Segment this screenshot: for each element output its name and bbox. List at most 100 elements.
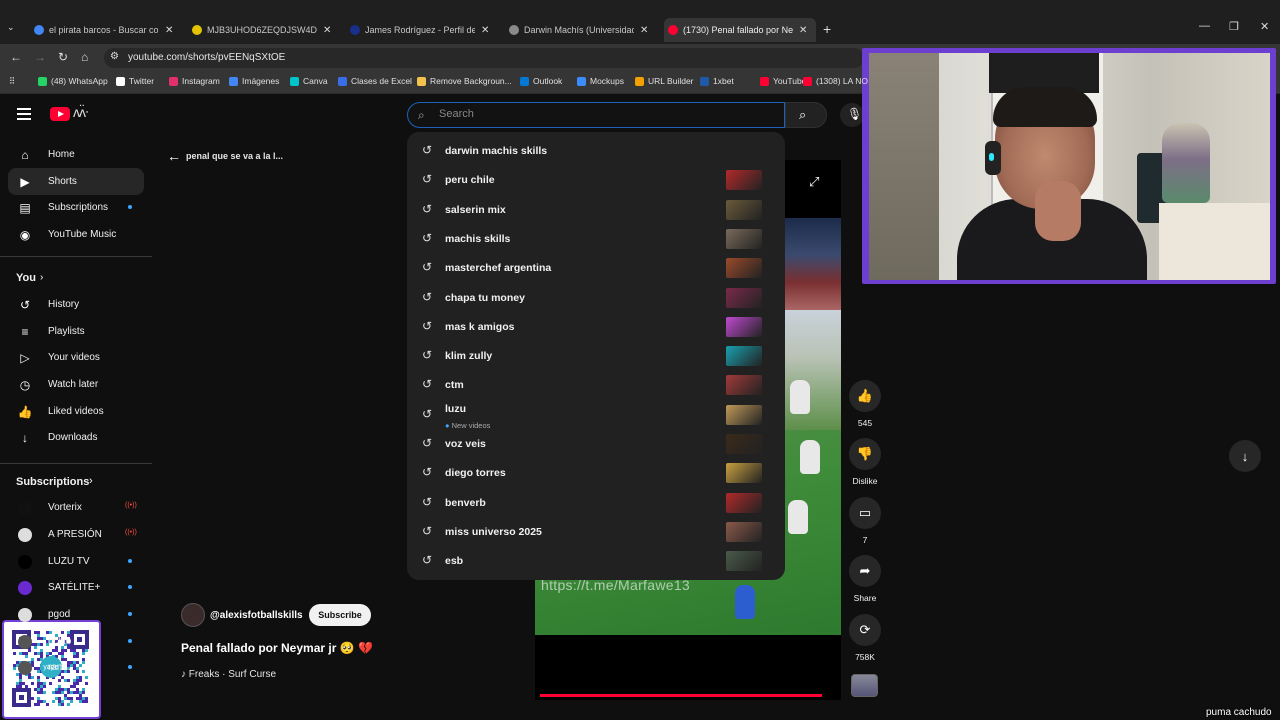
search-suggestion[interactable]: ↺ luzu ● New videos <box>407 400 785 430</box>
streamer-hand <box>1035 181 1081 241</box>
sidebar-item[interactable]: ⌂ Home <box>8 141 144 168</box>
channel-avatar-icon <box>18 660 32 675</box>
sidebar-item[interactable]: ▤ Subscriptions <box>8 194 144 221</box>
share-action[interactable]: ➦ Share <box>849 555 881 603</box>
forward-icon[interactable]: → <box>34 50 46 64</box>
subscription-label: A PRESIÓN <box>48 529 102 540</box>
window-close-icon[interactable]: ✕ <box>1260 20 1269 33</box>
minimize-icon[interactable]: — <box>1199 20 1210 32</box>
comments-action[interactable]: ▭ 7 <box>849 497 881 545</box>
search-suggestion[interactable]: ↺ benverb <box>407 488 785 517</box>
chevron-right-icon: › <box>40 272 44 283</box>
search-suggestion[interactable]: ↺ darwin machis skills <box>407 136 785 165</box>
sound-thumbnail[interactable] <box>851 674 878 697</box>
remix-icon[interactable]: ⟳ <box>849 614 881 646</box>
search-suggestion[interactable]: ↺ ctm <box>407 370 785 399</box>
share-icon[interactable]: ➦ <box>849 555 881 587</box>
sidebar-item[interactable]: ◷ Watch later <box>8 371 144 398</box>
channel-avatar[interactable] <box>181 603 205 627</box>
channel-avatar-icon <box>18 580 32 595</box>
bookmark[interactable]: Remove Backgroun... <box>417 76 512 86</box>
back-label[interactable]: penal que se va a la l... <box>186 151 283 161</box>
browser-tab[interactable]: MJB3UHOD6ZEQDJSW4D7GKA ✕ <box>188 18 340 42</box>
tab-close-icon[interactable]: ✕ <box>165 25 173 36</box>
reload-icon[interactable]: ↻ <box>58 50 68 64</box>
search-suggestion[interactable]: ↺ klim zully <box>407 341 785 370</box>
sidebar-item[interactable]: ↓ Downloads <box>8 424 144 451</box>
youtube-doodle-logo[interactable]: ʌʌ̈ᐧ <box>73 104 89 121</box>
tab-search-chevron-icon[interactable]: ⌄ <box>7 22 15 33</box>
bookmark[interactable]: Instagram <box>169 76 220 86</box>
sidebar-item[interactable]: ↺ History <box>8 291 144 318</box>
subscriptions-section-title[interactable]: Subscriptions <box>16 476 89 488</box>
channel-avatar-icon <box>18 500 32 515</box>
bookmark[interactable]: 1xbet <box>700 76 734 86</box>
subscription-item[interactable]: ram... <box>8 654 144 681</box>
bookmark[interactable]: (1308) LA NO <box>803 76 868 86</box>
next-short-arrow-icon[interactable]: ↓ <box>1229 440 1261 472</box>
sidebar-item[interactable]: ≡ Playlists <box>8 318 144 345</box>
remix-action[interactable]: ⟳ 758K <box>849 614 881 662</box>
bookmark[interactable]: (48) WhatsApp <box>38 76 108 86</box>
search-suggestion[interactable]: ↺ miss universo 2025 <box>407 517 785 546</box>
sidebar-item[interactable]: ◉ YouTube Music <box>8 221 144 248</box>
bookmark[interactable]: YouTube <box>760 76 806 86</box>
browser-tab[interactable]: el pirata barcos - Buscar con G ✕ <box>30 18 182 42</box>
bookmark[interactable]: Canva <box>290 76 328 86</box>
sidebar-item[interactable]: 👍 Liked videos <box>8 398 144 425</box>
video-progress-bar[interactable] <box>540 694 822 697</box>
tab-close-icon[interactable]: ✕ <box>640 25 648 36</box>
bookmark[interactable]: URL Builder <box>635 76 694 86</box>
short-sound-link[interactable]: ♪ Freaks · Surf Curse <box>181 669 276 680</box>
tab-close-icon[interactable]: ✕ <box>481 25 489 36</box>
search-suggestion[interactable]: ↺ machis skills <box>407 224 785 253</box>
search-suggestion[interactable]: ↺ mas k amigos <box>407 312 785 341</box>
subscribe-button[interactable]: Subscribe <box>309 604 371 626</box>
tab-close-icon[interactable]: ✕ <box>799 25 807 36</box>
like-action[interactable]: 👍 545 <box>849 380 881 428</box>
site-info-icon[interactable]: ⚙ <box>110 51 119 62</box>
search-suggestion[interactable]: ↺ peru chile <box>407 165 785 194</box>
fullscreen-icon[interactable]: ⤢ <box>809 174 819 190</box>
bookmark[interactable]: Outlook <box>520 76 562 86</box>
tab-close-icon[interactable]: ✕ <box>323 25 331 36</box>
subscription-item[interactable]: Vorterix ((•)) <box>8 494 144 521</box>
browser-tab[interactable]: (1730) Penal fallado por Neym ✕ <box>664 18 816 42</box>
back-arrow-icon[interactable]: ← <box>167 148 181 164</box>
search-input[interactable]: Search <box>439 108 474 120</box>
search-suggestion[interactable]: ↺ masterchef argentina <box>407 253 785 282</box>
subscription-item[interactable]: A PRESIÓN ((•)) <box>8 521 144 548</box>
search-suggestion[interactable]: ↺ voz veis <box>407 429 785 458</box>
player-figure <box>790 380 810 414</box>
bookmark[interactable]: Twitter <box>116 76 154 86</box>
search-suggestion[interactable]: ↺ chapa tu money <box>407 283 785 312</box>
dislike-action[interactable]: 👎 Dislike <box>849 438 881 486</box>
bookmark[interactable]: Imágenes <box>229 76 279 86</box>
home-browser-icon[interactable]: ⌂ <box>81 50 88 64</box>
browser-tab[interactable]: James Rodríguez - Perfil del jug ✕ <box>346 18 498 42</box>
comments-icon[interactable]: ▭ <box>849 497 881 529</box>
restore-icon[interactable]: ❐ <box>1229 20 1239 33</box>
you-section-title[interactable]: You <box>16 272 36 284</box>
sidebar-item[interactable]: ▷ Your videos <box>8 344 144 371</box>
search-suggestion[interactable]: ↺ esb <box>407 546 785 575</box>
channel-name[interactable]: @alexisfotballskills <box>210 610 303 621</box>
bookmark[interactable]: Mockups <box>577 76 624 86</box>
dislike-icon[interactable]: 👎 <box>849 438 881 470</box>
menu-icon[interactable] <box>17 108 31 120</box>
bookmark[interactable]: Clases de Excel <box>338 76 412 86</box>
browser-tab[interactable]: Darwin Machís (Universidad Ce ✕ <box>505 18 657 42</box>
subscription-item[interactable]: SATÉLITE+ <box>8 574 144 601</box>
like-icon[interactable]: 👍 <box>849 380 881 412</box>
search-suggestion[interactable]: ↺ salserin mix <box>407 195 785 224</box>
sidebar-item[interactable]: ▶ Shorts <box>8 168 144 195</box>
youtube-logo[interactable] <box>50 107 70 121</box>
subscription-item[interactable]: LUZU TV <box>8 548 144 575</box>
new-tab-button[interactable]: + <box>823 21 831 37</box>
subscription-item[interactable]: cchio <box>8 628 144 655</box>
back-icon[interactable]: ← <box>10 50 22 64</box>
search-suggestion[interactable]: ↺ diego torres <box>407 458 785 487</box>
subscription-item[interactable]: pgod <box>8 601 144 628</box>
downloads-icon: ↓ <box>22 430 28 445</box>
apps-grid-icon[interactable]: ⠿ <box>9 76 15 87</box>
